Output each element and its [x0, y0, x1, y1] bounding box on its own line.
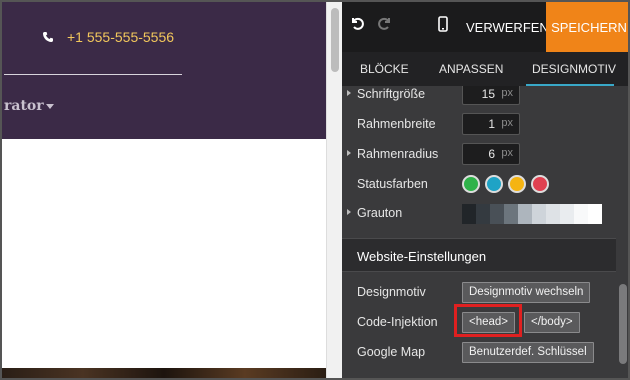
border-radius-value: 6 — [488, 147, 495, 161]
gray-swatch[interactable] — [504, 204, 518, 224]
font-size-value: 15 — [481, 87, 495, 101]
status-colors-row: Statusfarben — [342, 170, 616, 200]
status-color-warning[interactable] — [508, 175, 526, 193]
website-settings-header: Website-Einstellungen — [342, 238, 616, 272]
mobile-phone-icon[interactable] — [438, 16, 448, 36]
font-size-label: Schriftgröße — [357, 87, 426, 101]
custom-key-button[interactable]: Benutzerdef. Schlüssel — [462, 342, 594, 363]
editor-tabs: BLÖCKE ANPASSEN DESIGNMOTIV — [342, 52, 628, 86]
border-width-row: Rahmenbreite 1 px — [342, 110, 616, 140]
status-color-danger[interactable] — [531, 175, 549, 193]
preview-header: +1 555-555-5556 rator — [2, 2, 326, 139]
gray-swatch[interactable] — [588, 204, 602, 224]
tab-blocks[interactable]: BLÖCKE — [360, 62, 409, 76]
theme-label: Designmotiv — [357, 285, 426, 299]
screenshot-frame: +1 555-555-5556 rator VERWERFEN SPEICHER… — [0, 0, 630, 380]
preview-scrollbar[interactable] — [326, 2, 342, 378]
website-settings-title: Website-Einstellungen — [357, 249, 487, 264]
body-injection-button[interactable]: </body> — [524, 312, 580, 333]
status-color-success[interactable] — [462, 175, 480, 193]
border-radius-unit: px — [501, 147, 513, 159]
gray-swatch[interactable] — [518, 204, 532, 224]
editor-toolbar: VERWERFEN SPEICHERN — [342, 2, 628, 52]
redo-icon[interactable] — [378, 16, 392, 35]
phone-number[interactable]: +1 555-555-5556 — [67, 29, 174, 45]
font-size-input[interactable]: 15 px — [462, 86, 520, 105]
tab-theme[interactable]: DESIGNMOTIV — [532, 62, 616, 76]
code-injection-label: Code-Injektion — [357, 315, 438, 329]
expand-caret-icon[interactable] — [347, 209, 351, 215]
header-divider — [4, 74, 182, 75]
gray-swatch[interactable] — [490, 204, 504, 224]
gray-tones-row: Grauton — [342, 199, 616, 229]
border-radius-input[interactable]: 6 px — [462, 143, 520, 165]
panel-scrollbar[interactable] — [616, 86, 628, 378]
discard-button[interactable]: VERWERFEN — [466, 20, 549, 35]
font-size-unit: px — [501, 87, 513, 99]
status-colors-label: Statusfarben — [357, 177, 428, 191]
border-width-unit: px — [501, 117, 513, 129]
border-width-value: 1 — [488, 117, 495, 131]
google-map-row: Google Map Benutzerdef. Schlüssel — [342, 338, 616, 368]
save-button[interactable]: SPEICHERN — [546, 2, 628, 52]
panel-scrollbar-thumb[interactable] — [619, 284, 627, 364]
gray-swatch[interactable] — [462, 204, 476, 224]
border-width-label: Rahmenbreite — [357, 117, 436, 131]
nav-menu-item[interactable]: rator — [4, 98, 44, 114]
gray-swatch[interactable] — [560, 204, 574, 224]
change-theme-button[interactable]: Designmotiv wechseln — [462, 282, 591, 303]
border-radius-row: Rahmenradius 6 px — [342, 140, 616, 170]
highlight-box — [454, 304, 522, 337]
expand-caret-icon[interactable] — [347, 150, 351, 156]
expand-caret-icon[interactable] — [347, 90, 351, 96]
google-map-label: Google Map — [357, 345, 426, 359]
font-size-row: Schriftgröße 15 px — [342, 86, 616, 110]
undo-icon[interactable] — [350, 16, 364, 35]
border-radius-label: Rahmenradius — [357, 147, 439, 161]
gray-swatch[interactable] — [546, 204, 560, 224]
gray-swatch[interactable] — [476, 204, 490, 224]
preview-image-strip — [2, 368, 326, 378]
border-width-input[interactable]: 1 px — [462, 113, 520, 135]
status-color-info[interactable] — [485, 175, 503, 193]
phone-icon — [42, 31, 56, 45]
website-preview: +1 555-555-5556 rator — [2, 2, 326, 378]
gray-swatch[interactable] — [574, 204, 588, 224]
gray-swatch[interactable] — [532, 204, 546, 224]
gray-tones-label: Grauton — [357, 206, 403, 220]
chevron-down-icon — [46, 104, 54, 109]
preview-scrollbar-thumb[interactable] — [331, 8, 339, 72]
tab-customize[interactable]: ANPASSEN — [439, 62, 503, 76]
